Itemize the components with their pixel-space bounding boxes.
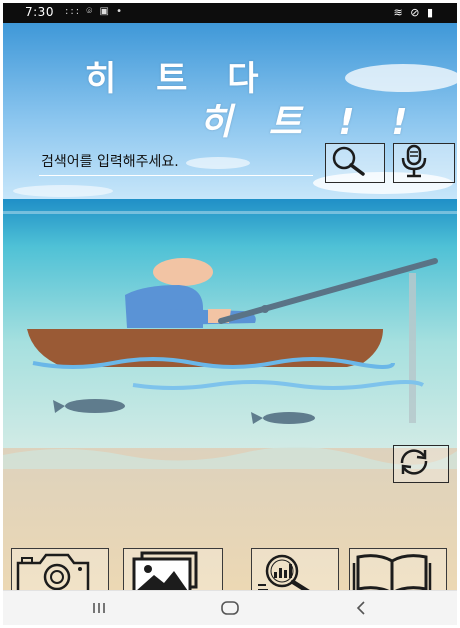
status-bar: 7:30 ::: ⌾ ▣ • ≋ ⊘ ▮ [3,3,457,23]
microphone-icon [401,144,427,178]
back-icon [356,601,365,615]
refresh-icon [400,449,428,475]
magnifier-icon [332,146,365,176]
beach-background: 히 트 다 히 트 ! ! [3,23,457,604]
notification-icons: ::: ⌾ ▣ • [65,6,124,17]
cloud [345,64,457,92]
system-status-icons: ≋ ⊘ ▮ [393,6,435,19]
home-button[interactable] [210,596,250,620]
refresh-button[interactable] [393,445,449,483]
home-icon [221,601,239,615]
fisher-head [153,258,213,286]
cloud [13,185,113,197]
search-button[interactable] [325,143,385,183]
app-title-line2: 히 트 ! ! [199,102,420,143]
search-input[interactable] [39,149,313,176]
fishing-line-post [409,273,416,423]
recent-apps-button[interactable] [79,596,119,620]
voice-search-button[interactable] [393,143,455,183]
recent-apps-icon [93,603,105,613]
android-navigation-bar [3,590,457,625]
status-time: 7:30 [25,5,54,19]
back-button[interactable] [341,596,381,620]
phone-screen: 7:30 ::: ⌾ ▣ • ≋ ⊘ ▮ 히 트 다 히 트 ! ! 검색어를 … [3,3,457,625]
